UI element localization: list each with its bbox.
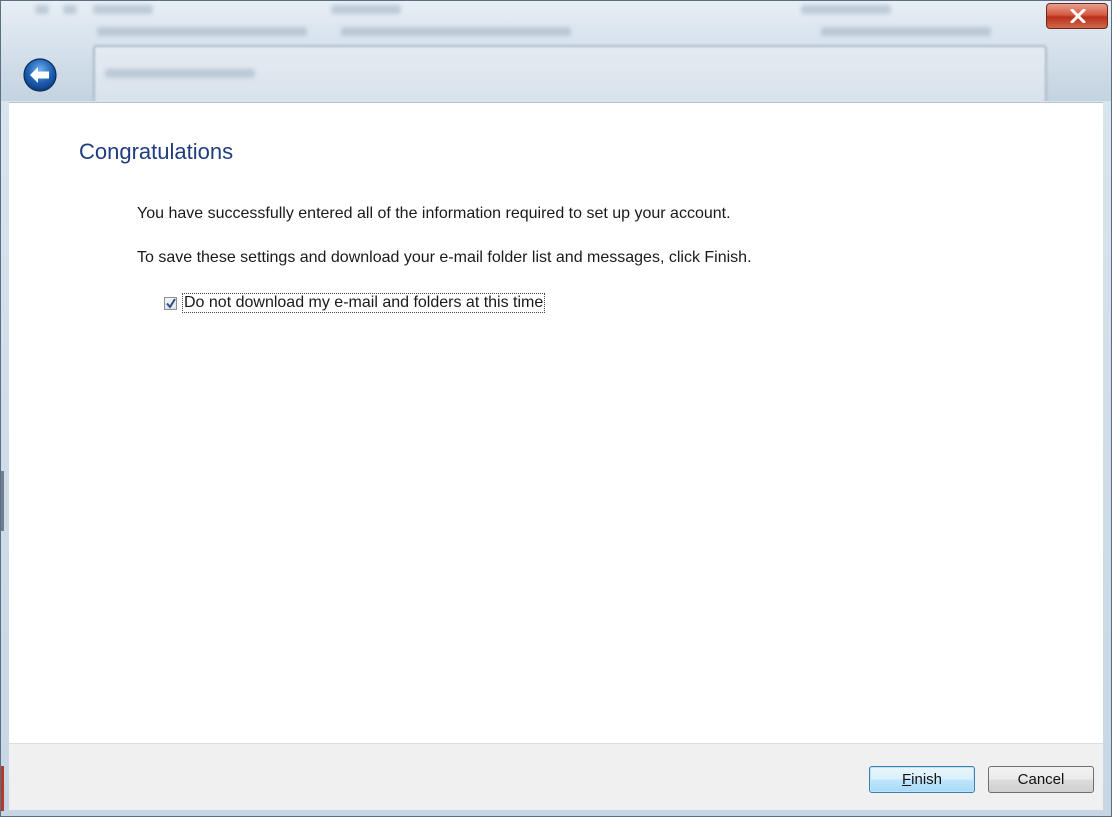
close-icon — [1070, 9, 1086, 23]
window-edge-accent — [1, 471, 4, 531]
window-edge-accent-red — [1, 766, 4, 811]
account-setup-dialog: Congratulations You have successfully en… — [0, 0, 1112, 817]
checkmark-icon — [166, 297, 176, 309]
button-bar: Finish Cancel — [9, 743, 1103, 810]
finish-instructions: To save these settings and download your… — [137, 249, 752, 266]
back-arrow-icon — [23, 58, 57, 92]
close-button[interactable] — [1046, 3, 1108, 29]
dont-download-checkbox[interactable] — [164, 296, 177, 310]
dont-download-checkbox-row[interactable]: Do not download my e-mail and folders at… — [164, 293, 546, 313]
finish-button[interactable]: Finish — [869, 766, 975, 793]
cancel-button[interactable]: Cancel — [988, 766, 1094, 793]
page-title: Congratulations — [79, 139, 234, 164]
finish-accel-key: F — [901, 771, 912, 788]
dont-download-label: Do not download my e-mail and folders at… — [182, 293, 546, 313]
wizard-content: Congratulations You have successfully en… — [9, 102, 1103, 743]
finish-label: inish — [911, 771, 943, 788]
success-message: You have successfully entered all of the… — [137, 205, 731, 222]
back-button[interactable] — [22, 57, 58, 93]
titlebar-glass — [1, 1, 1111, 101]
